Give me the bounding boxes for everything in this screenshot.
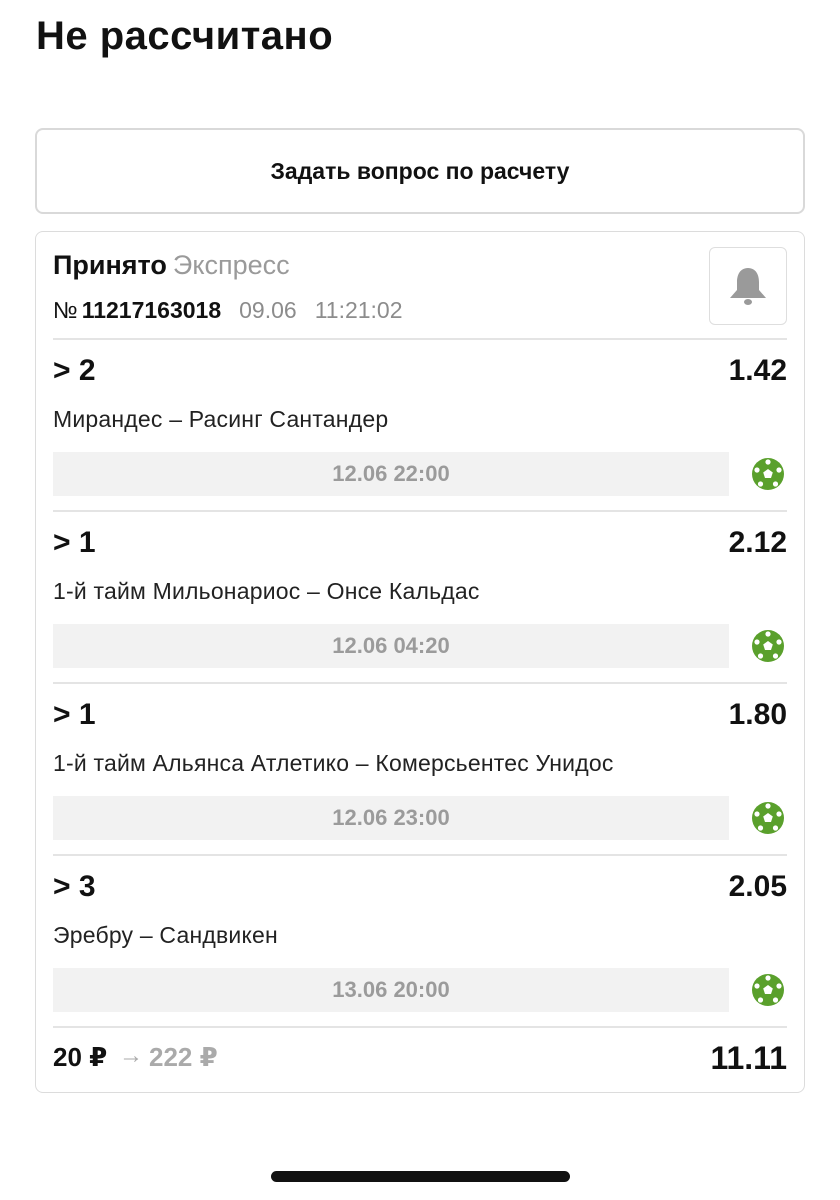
event-odds: 1.80 (728, 698, 787, 731)
page-title: Не рассчитано (36, 14, 334, 58)
soccer-ball-icon (752, 974, 784, 1006)
event-item[interactable]: > 1 1.80 1-й тайм Альянса Атлетико – Ком… (53, 684, 787, 856)
arrow-right-icon: → (119, 1042, 143, 1069)
ticket-info: № 11217163018 09.06 11:21:02 (53, 295, 403, 325)
event-odds: 1.42 (728, 354, 787, 387)
event-start-time: 12.06 04:20 (53, 624, 729, 668)
event-start-time: 12.06 22:00 (53, 452, 729, 496)
soccer-ball-icon (752, 802, 784, 834)
event-item[interactable]: > 2 1.42 Мирандес – Расинг Сантандер 12.… (53, 340, 787, 512)
event-match: Мирандес – Расинг Сантандер (53, 406, 389, 432)
soccer-ball-icon (752, 630, 784, 662)
event-outcome: > 1 (53, 698, 96, 731)
event-item[interactable]: > 1 2.12 1-й тайм Мильонариос – Онсе Кал… (53, 512, 787, 684)
notification-button[interactable] (709, 247, 787, 325)
bet-status: Принято (53, 250, 167, 280)
potential-win: 222 ₽ (149, 1042, 218, 1072)
ticket-time: 11:21:02 (314, 297, 403, 323)
event-outcome: > 2 (53, 354, 96, 387)
home-indicator[interactable] (271, 1171, 570, 1182)
total-odds: 11.11 (710, 1040, 787, 1076)
ticket-date: 09.06 (239, 297, 297, 323)
event-start-time: 13.06 20:00 (53, 968, 729, 1012)
ticket-number-prefix: № (53, 297, 78, 323)
event-outcome: > 3 (53, 870, 96, 903)
bell-icon (730, 268, 766, 305)
bet-card: Принято Экспресс № 11217163018 09.06 11:21:0… (35, 231, 805, 1093)
status-line: Принято Экспресс (53, 248, 787, 282)
stake-amount: 20 ₽ (53, 1042, 108, 1072)
event-odds: 2.05 (728, 870, 787, 903)
event-item[interactable]: > 3 2.05 Эребру – Сандвикен 13.06 20:00 (53, 856, 787, 1028)
bet-type: Экспресс (172, 250, 290, 280)
bet-footer: 20 ₽ → 222 ₽ 11.11 (53, 1038, 787, 1082)
ticket-number: 11217163018 (81, 297, 222, 323)
event-start-time: 12.06 23:00 (53, 796, 729, 840)
bet-header: Принято Экспресс № 11217163018 09.06 11:21:0… (53, 247, 787, 338)
ask-question-button[interactable]: Задать вопрос по расчету (35, 128, 805, 214)
divider (53, 1026, 787, 1028)
event-match: 1-й тайм Мильонариос – Онсе Кальдас (53, 578, 480, 604)
event-outcome: > 1 (53, 526, 96, 559)
event-match: 1-й тайм Альянса Атлетико – Комерсьентес… (53, 750, 614, 776)
event-odds: 2.12 (728, 526, 787, 559)
soccer-ball-icon (752, 458, 784, 490)
event-match: Эребру – Сандвикен (53, 922, 278, 948)
